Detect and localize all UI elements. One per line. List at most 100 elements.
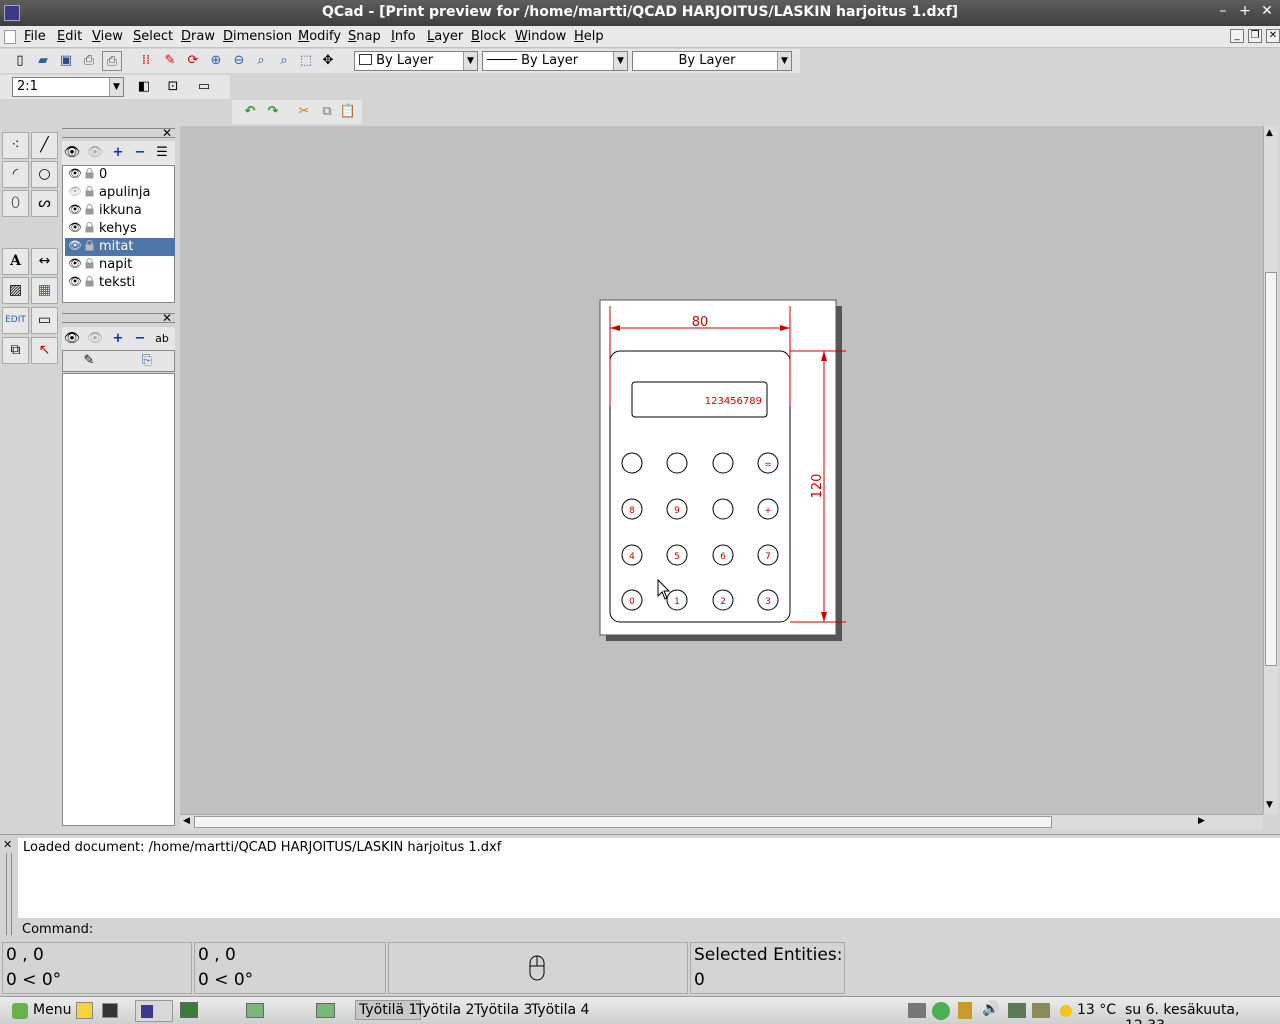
ellipse-tool-icon[interactable]: ⬯ [2, 190, 29, 217]
layer-panel-close-icon[interactable]: ✕ [162, 126, 172, 140]
redo-icon[interactable]: ↷ [263, 102, 283, 122]
layer-row-selected[interactable]: 👁 mitat [65, 238, 175, 256]
layer-row[interactable]: 👁 napit [65, 256, 175, 274]
line-tool-icon[interactable]: ╱ [31, 132, 58, 159]
vertical-scrollbar[interactable]: ▲ ▼ [1263, 126, 1278, 814]
redraw-icon[interactable]: ⟳ [183, 51, 203, 71]
insert-block-icon[interactable]: ⎘ [137, 351, 157, 371]
arc-tool-icon[interactable]: ◜ [2, 161, 29, 188]
menu-window[interactable]: Window [515, 29, 566, 44]
copy-icon[interactable]: ⧉ [317, 102, 337, 122]
menu-edit[interactable]: Edit [57, 29, 82, 44]
menu-modify[interactable]: Modify [298, 29, 341, 44]
lock-icon[interactable] [85, 240, 94, 251]
scroll-right-icon[interactable]: ▶ [1198, 816, 1205, 826]
vertical-scroll-thumb[interactable] [1265, 272, 1277, 666]
hide-all-blocks-icon[interactable]: 👁 [85, 329, 105, 349]
command-dock-close-icon[interactable]: ✕ [3, 838, 12, 851]
layer-row[interactable]: 👁 kehys [65, 220, 175, 238]
maximize-button[interactable]: + [1236, 3, 1254, 21]
remove-layer-icon[interactable]: − [130, 143, 150, 163]
cut-icon[interactable]: ✂ [294, 102, 314, 122]
edit-tool-icon[interactable]: EDIT [2, 307, 29, 334]
show-all-blocks-icon[interactable]: 👁 [62, 329, 82, 349]
select-tool-icon[interactable]: ⧉ [2, 337, 29, 364]
layer-panel-handle[interactable] [62, 128, 175, 138]
lock-icon[interactable] [85, 186, 94, 197]
text-tool-icon[interactable]: A [2, 248, 29, 275]
menu-block[interactable]: Block [471, 29, 506, 44]
drawing-area[interactable]: 123456789 80 120 = 8 9 +4 5 6 7 0 1 2 3 [180, 126, 1263, 814]
horizontal-scroll-thumb[interactable] [194, 816, 1052, 828]
remove-block-icon[interactable]: − [130, 329, 150, 349]
fit-page-icon[interactable]: ▭ [194, 77, 214, 97]
eye-icon[interactable]: 👁 [68, 275, 82, 288]
command-input[interactable] [96, 921, 1276, 939]
eye-icon[interactable]: 👁 [68, 167, 82, 180]
rename-block-icon[interactable]: ab [152, 329, 172, 349]
scale-select[interactable]: 2:1 ▼ [12, 77, 124, 97]
lock-icon[interactable] [85, 168, 94, 179]
folder-icon[interactable] [316, 1003, 335, 1018]
printer-tray-icon[interactable] [908, 1003, 926, 1018]
lock-icon[interactable] [85, 204, 94, 215]
scroll-down-icon[interactable]: ▼ [1266, 800, 1273, 810]
lock-icon[interactable] [85, 222, 94, 233]
select-pointer-tool-icon[interactable]: ↖ [31, 337, 58, 364]
linewidth-select[interactable]: By Layer ▼ [632, 51, 792, 71]
menu-snap[interactable]: Snap [348, 29, 381, 44]
scroll-left-icon[interactable]: ◀ [183, 816, 190, 826]
print-icon[interactable]: ⎙ [79, 51, 99, 71]
block-panel-handle[interactable] [62, 313, 175, 323]
lock-tray-icon[interactable] [958, 1002, 972, 1019]
monitor-task-icon[interactable] [180, 1002, 198, 1018]
text-editor-launcher-icon[interactable] [76, 1002, 93, 1019]
workspace-3[interactable]: Työtila 3 [474, 1002, 532, 1018]
eye-icon[interactable]: 👁 [68, 221, 82, 234]
horizontal-scrollbar[interactable]: ◀ ▶ [180, 814, 1263, 829]
menu-info[interactable]: Info [391, 29, 416, 44]
mint-menu-icon[interactable] [12, 1003, 28, 1019]
measure-tool-icon[interactable]: ▭ [31, 307, 58, 334]
dimension-tool-icon[interactable]: ↔ [31, 248, 58, 275]
menu-view[interactable]: View [92, 29, 123, 44]
color-select[interactable]: By Layer ▼ [354, 51, 478, 71]
clock[interactable]: su 6. kesäkuuta, 12.33 [1125, 1002, 1280, 1024]
zoom-in-icon[interactable]: ⊕ [206, 51, 226, 71]
display-tray-icon[interactable] [1032, 1003, 1050, 1018]
points-tool-icon[interactable]: ⁖ [2, 132, 29, 159]
menu-layer[interactable]: Layer [427, 29, 463, 44]
hatch-tool-icon[interactable]: ▨ [2, 277, 29, 304]
network-icon[interactable] [1008, 1003, 1026, 1018]
spline-tool-icon[interactable]: ᔕ [31, 190, 58, 217]
menu-button[interactable]: Menu [33, 1002, 71, 1018]
workspace-1[interactable]: Työtilä 1 [355, 1000, 422, 1020]
zoom-window-icon[interactable]: ⬚ [296, 51, 316, 71]
eye-icon[interactable]: 👁 [68, 257, 82, 270]
save-file-icon[interactable]: ▣ [56, 51, 76, 71]
hide-all-layers-icon[interactable]: 👁 [85, 143, 105, 163]
add-block-icon[interactable]: + [108, 329, 128, 349]
close-button[interactable]: ✕ [1258, 3, 1276, 21]
grid-icon[interactable]: ⁞⁞ [136, 51, 156, 71]
zoom-out-icon[interactable]: ⊖ [229, 51, 249, 71]
edit-block-icon[interactable]: ✎ [79, 351, 99, 371]
weather-text[interactable]: 13 °C [1077, 1002, 1116, 1018]
print-preview-icon[interactable]: ⎙ [102, 51, 122, 71]
paste-icon[interactable]: 📋 [338, 102, 358, 122]
menu-dimension[interactable]: Dimension [223, 29, 292, 44]
minimize-button[interactable]: – [1214, 3, 1232, 21]
image-tool-icon[interactable]: ▦ [31, 277, 58, 304]
menu-select[interactable]: Select [133, 29, 173, 44]
undo-icon[interactable]: ↶ [240, 102, 260, 122]
eye-icon[interactable]: 👁 [68, 239, 82, 252]
linetype-select[interactable]: By Layer ▼ [482, 51, 628, 71]
layer-row[interactable]: 👁 apulinja [65, 184, 175, 202]
command-dock-handle[interactable] [6, 853, 12, 935]
new-file-icon[interactable]: ▯ [10, 51, 30, 71]
menu-file[interactable]: File [24, 29, 46, 44]
volume-icon[interactable]: 🔊 [982, 1001, 999, 1017]
print-preview-svg[interactable]: 123456789 80 120 = 8 9 +4 5 6 7 0 1 2 3 [180, 126, 1263, 814]
circle-tool-icon[interactable]: ○ [31, 161, 58, 188]
menu-help[interactable]: Help [574, 29, 604, 44]
